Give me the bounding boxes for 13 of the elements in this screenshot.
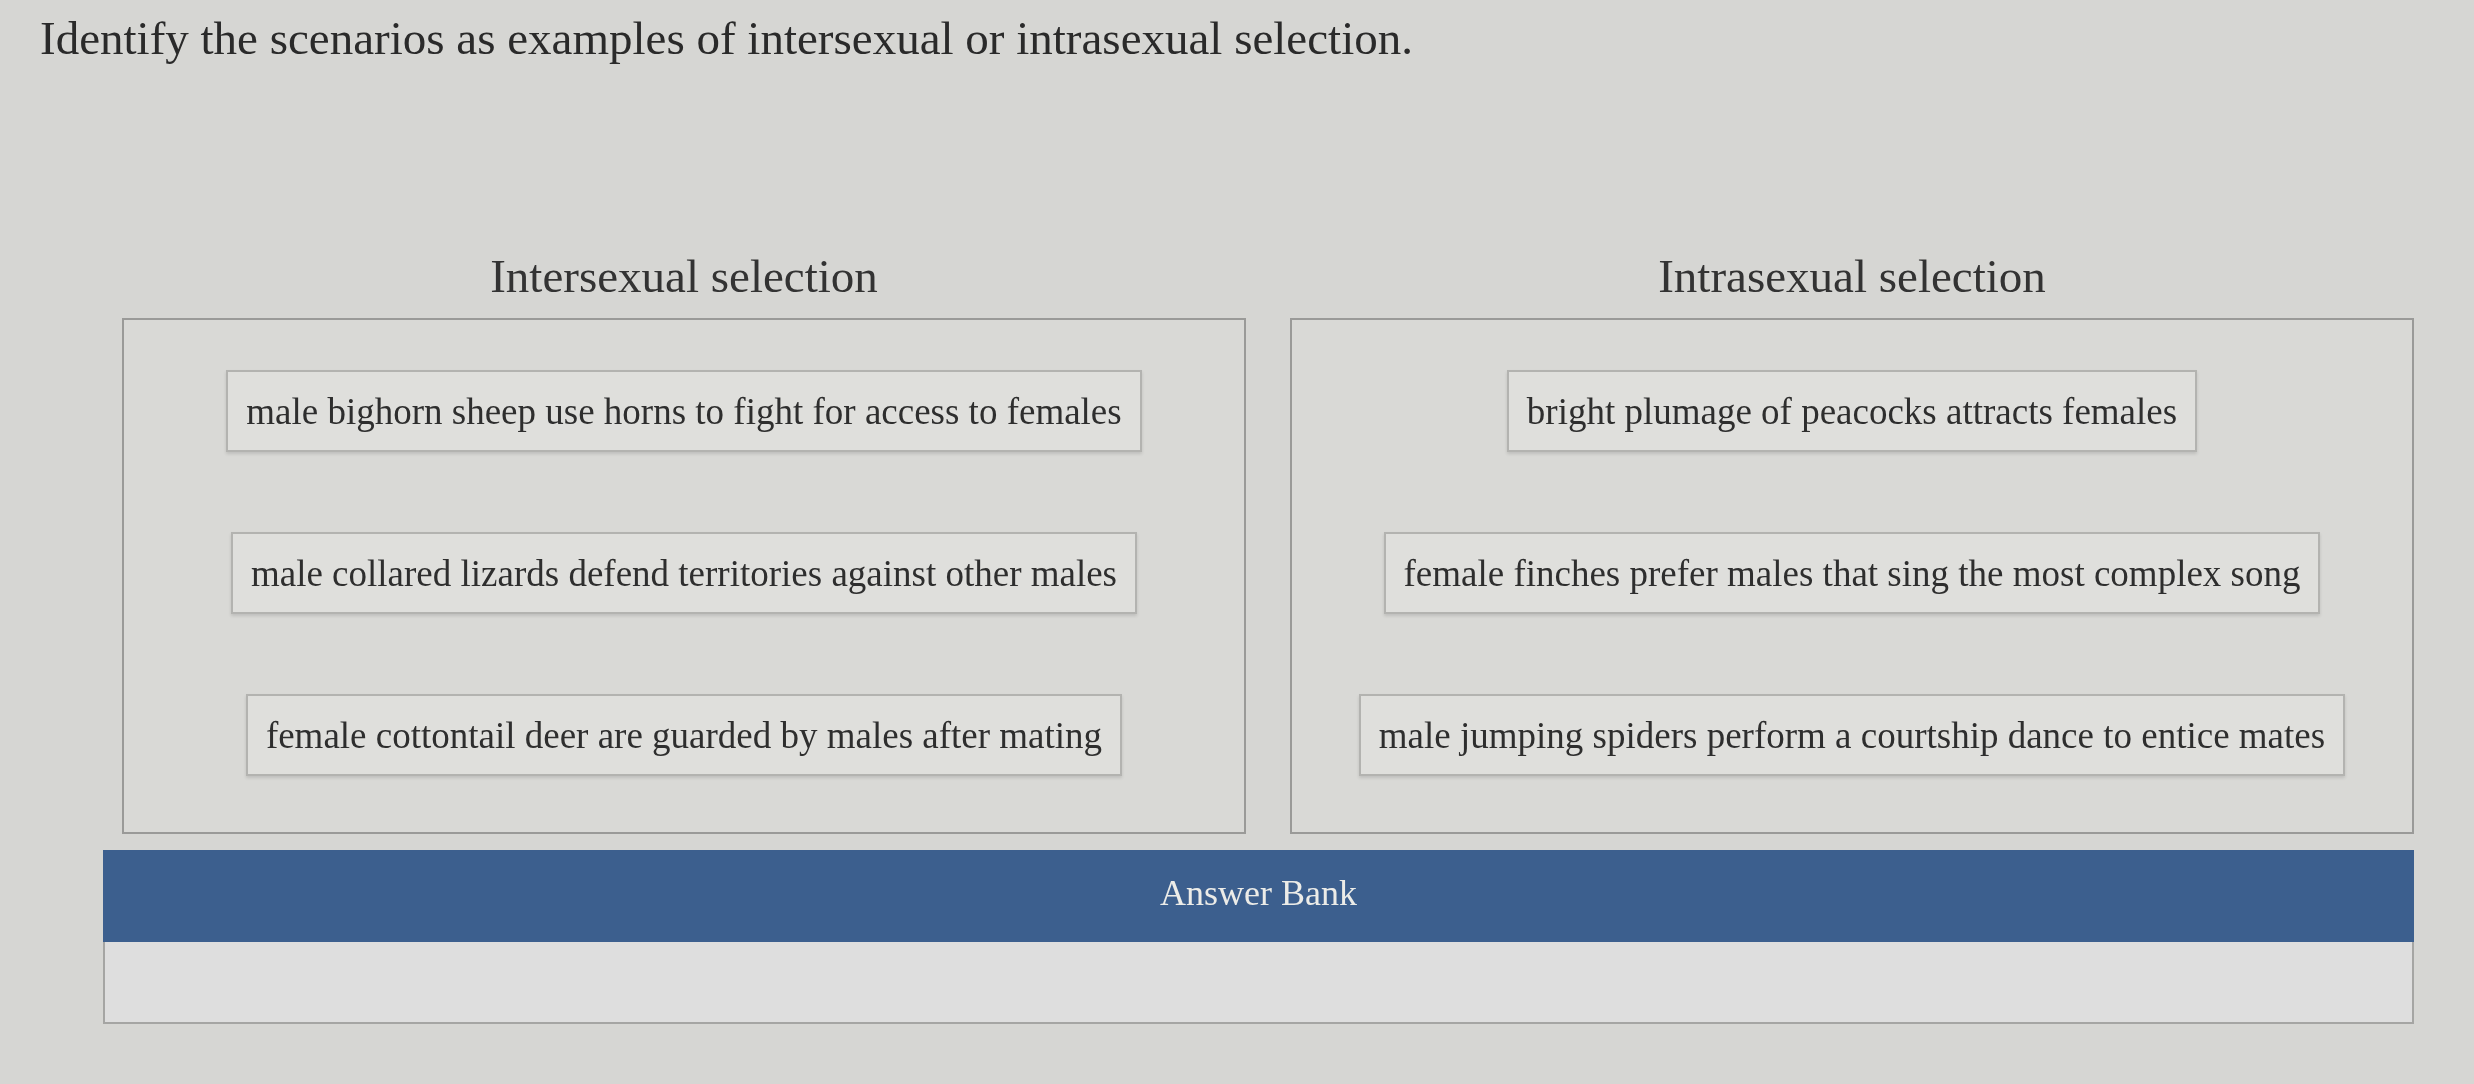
answer-bank-header: Answer Bank xyxy=(103,850,2414,942)
category-title: Intrasexual selection xyxy=(1658,249,2046,304)
answer-bank-area[interactable] xyxy=(103,942,2414,1024)
answer-card[interactable]: male jumping spiders perform a courtship dance to entice mates xyxy=(1358,694,2346,776)
answer-card[interactable]: bright plumage of peacocks attracts females xyxy=(1506,370,2198,452)
answer-card[interactable]: female finches prefer males that sing the most complex song xyxy=(1383,532,2321,614)
answer-card[interactable]: male collared lizards defend territories against other males xyxy=(230,532,1138,614)
drop-zone[interactable]: bright plumage of peacocks attracts females female finches prefer males that sing the most complex song male jumping spiders perform a courtship dance to entice mates xyxy=(1290,318,2414,834)
category-title: Intersexual selection xyxy=(490,249,878,304)
answer-card[interactable]: female cottontail deer are guarded by males after mating xyxy=(245,694,1123,776)
drop-zone[interactable]: male bighorn sheep use horns to fight for access to females male collared lizards defend territories against other males female cottontail deer are guarded by males after mating xyxy=(122,318,1246,834)
answer-card[interactable]: male bighorn sheep use horns to fight for access to females xyxy=(226,370,1142,452)
question-text: Identify the scenarios as examples of intersexual or intrasexual selection. xyxy=(40,11,1413,66)
